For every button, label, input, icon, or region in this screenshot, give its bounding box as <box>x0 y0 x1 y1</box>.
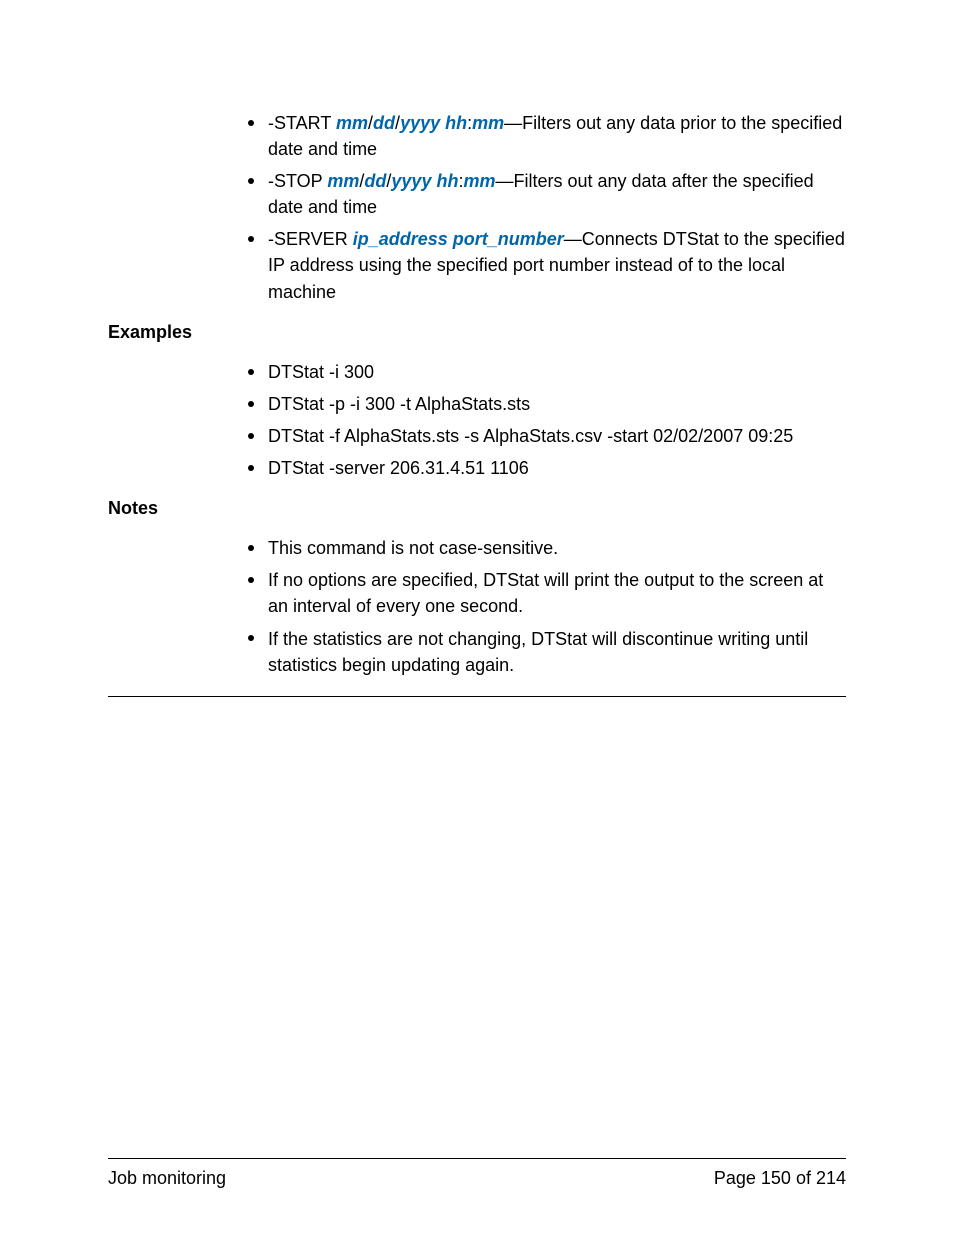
notes-content-row: This command is not case-sensitive. If no… <box>108 535 846 683</box>
examples-content-row: DTStat -i 300 DTStat -p -i 300 -t AlphaSt… <box>108 359 846 487</box>
footer-left: Job monitoring <box>108 1168 226 1189</box>
options-row: -START mm/dd/yyyy hh:mm—Filters out any … <box>108 110 846 311</box>
example-item: DTStat -p -i 300 -t AlphaStats.sts <box>268 391 846 417</box>
option-item: -SERVER ip_address port_number—Connects … <box>268 226 846 304</box>
notes-row: Notes <box>108 493 846 521</box>
option-item: -STOP mm/dd/yyyy hh:mm—Filters out any d… <box>268 168 846 220</box>
param-keyword: dd <box>364 171 386 191</box>
param-keyword: mm <box>472 113 504 133</box>
param-keyword: dd <box>373 113 395 133</box>
note-item: This command is not case-sensitive. <box>268 535 846 561</box>
example-item: DTStat -i 300 <box>268 359 846 385</box>
note-item: If the statistics are not changing, DTSt… <box>268 626 846 678</box>
options-list: -START mm/dd/yyyy hh:mm—Filters out any … <box>240 110 846 305</box>
section-end-rule <box>108 696 846 697</box>
page-footer: Job monitoring Page 150 of 214 <box>108 1168 846 1189</box>
note-item: If no options are specified, DTStat will… <box>268 567 846 619</box>
param-keyword: mm <box>336 113 368 133</box>
examples-list: DTStat -i 300 DTStat -p -i 300 -t AlphaSt… <box>240 359 846 481</box>
examples-row: Examples <box>108 317 846 345</box>
param-keyword: yyyy hh <box>400 113 467 133</box>
notes-list: This command is not case-sensitive. If no… <box>240 535 846 677</box>
param-keyword: mm <box>327 171 359 191</box>
param-keyword: mm <box>463 171 495 191</box>
param-keyword: yyyy hh <box>391 171 458 191</box>
footer-rule <box>108 1158 846 1159</box>
page-content: -START mm/dd/yyyy hh:mm—Filters out any … <box>0 0 954 1162</box>
example-item: DTStat -f AlphaStats.sts -s AlphaStats.c… <box>268 423 846 449</box>
example-item: DTStat -server 206.31.4.51 1106 <box>268 455 846 481</box>
notes-label: Notes <box>108 493 240 521</box>
examples-label: Examples <box>108 317 240 345</box>
option-item: -START mm/dd/yyyy hh:mm—Filters out any … <box>268 110 846 162</box>
footer-right: Page 150 of 214 <box>714 1168 846 1189</box>
param-keyword: ip_address port_number <box>353 229 564 249</box>
